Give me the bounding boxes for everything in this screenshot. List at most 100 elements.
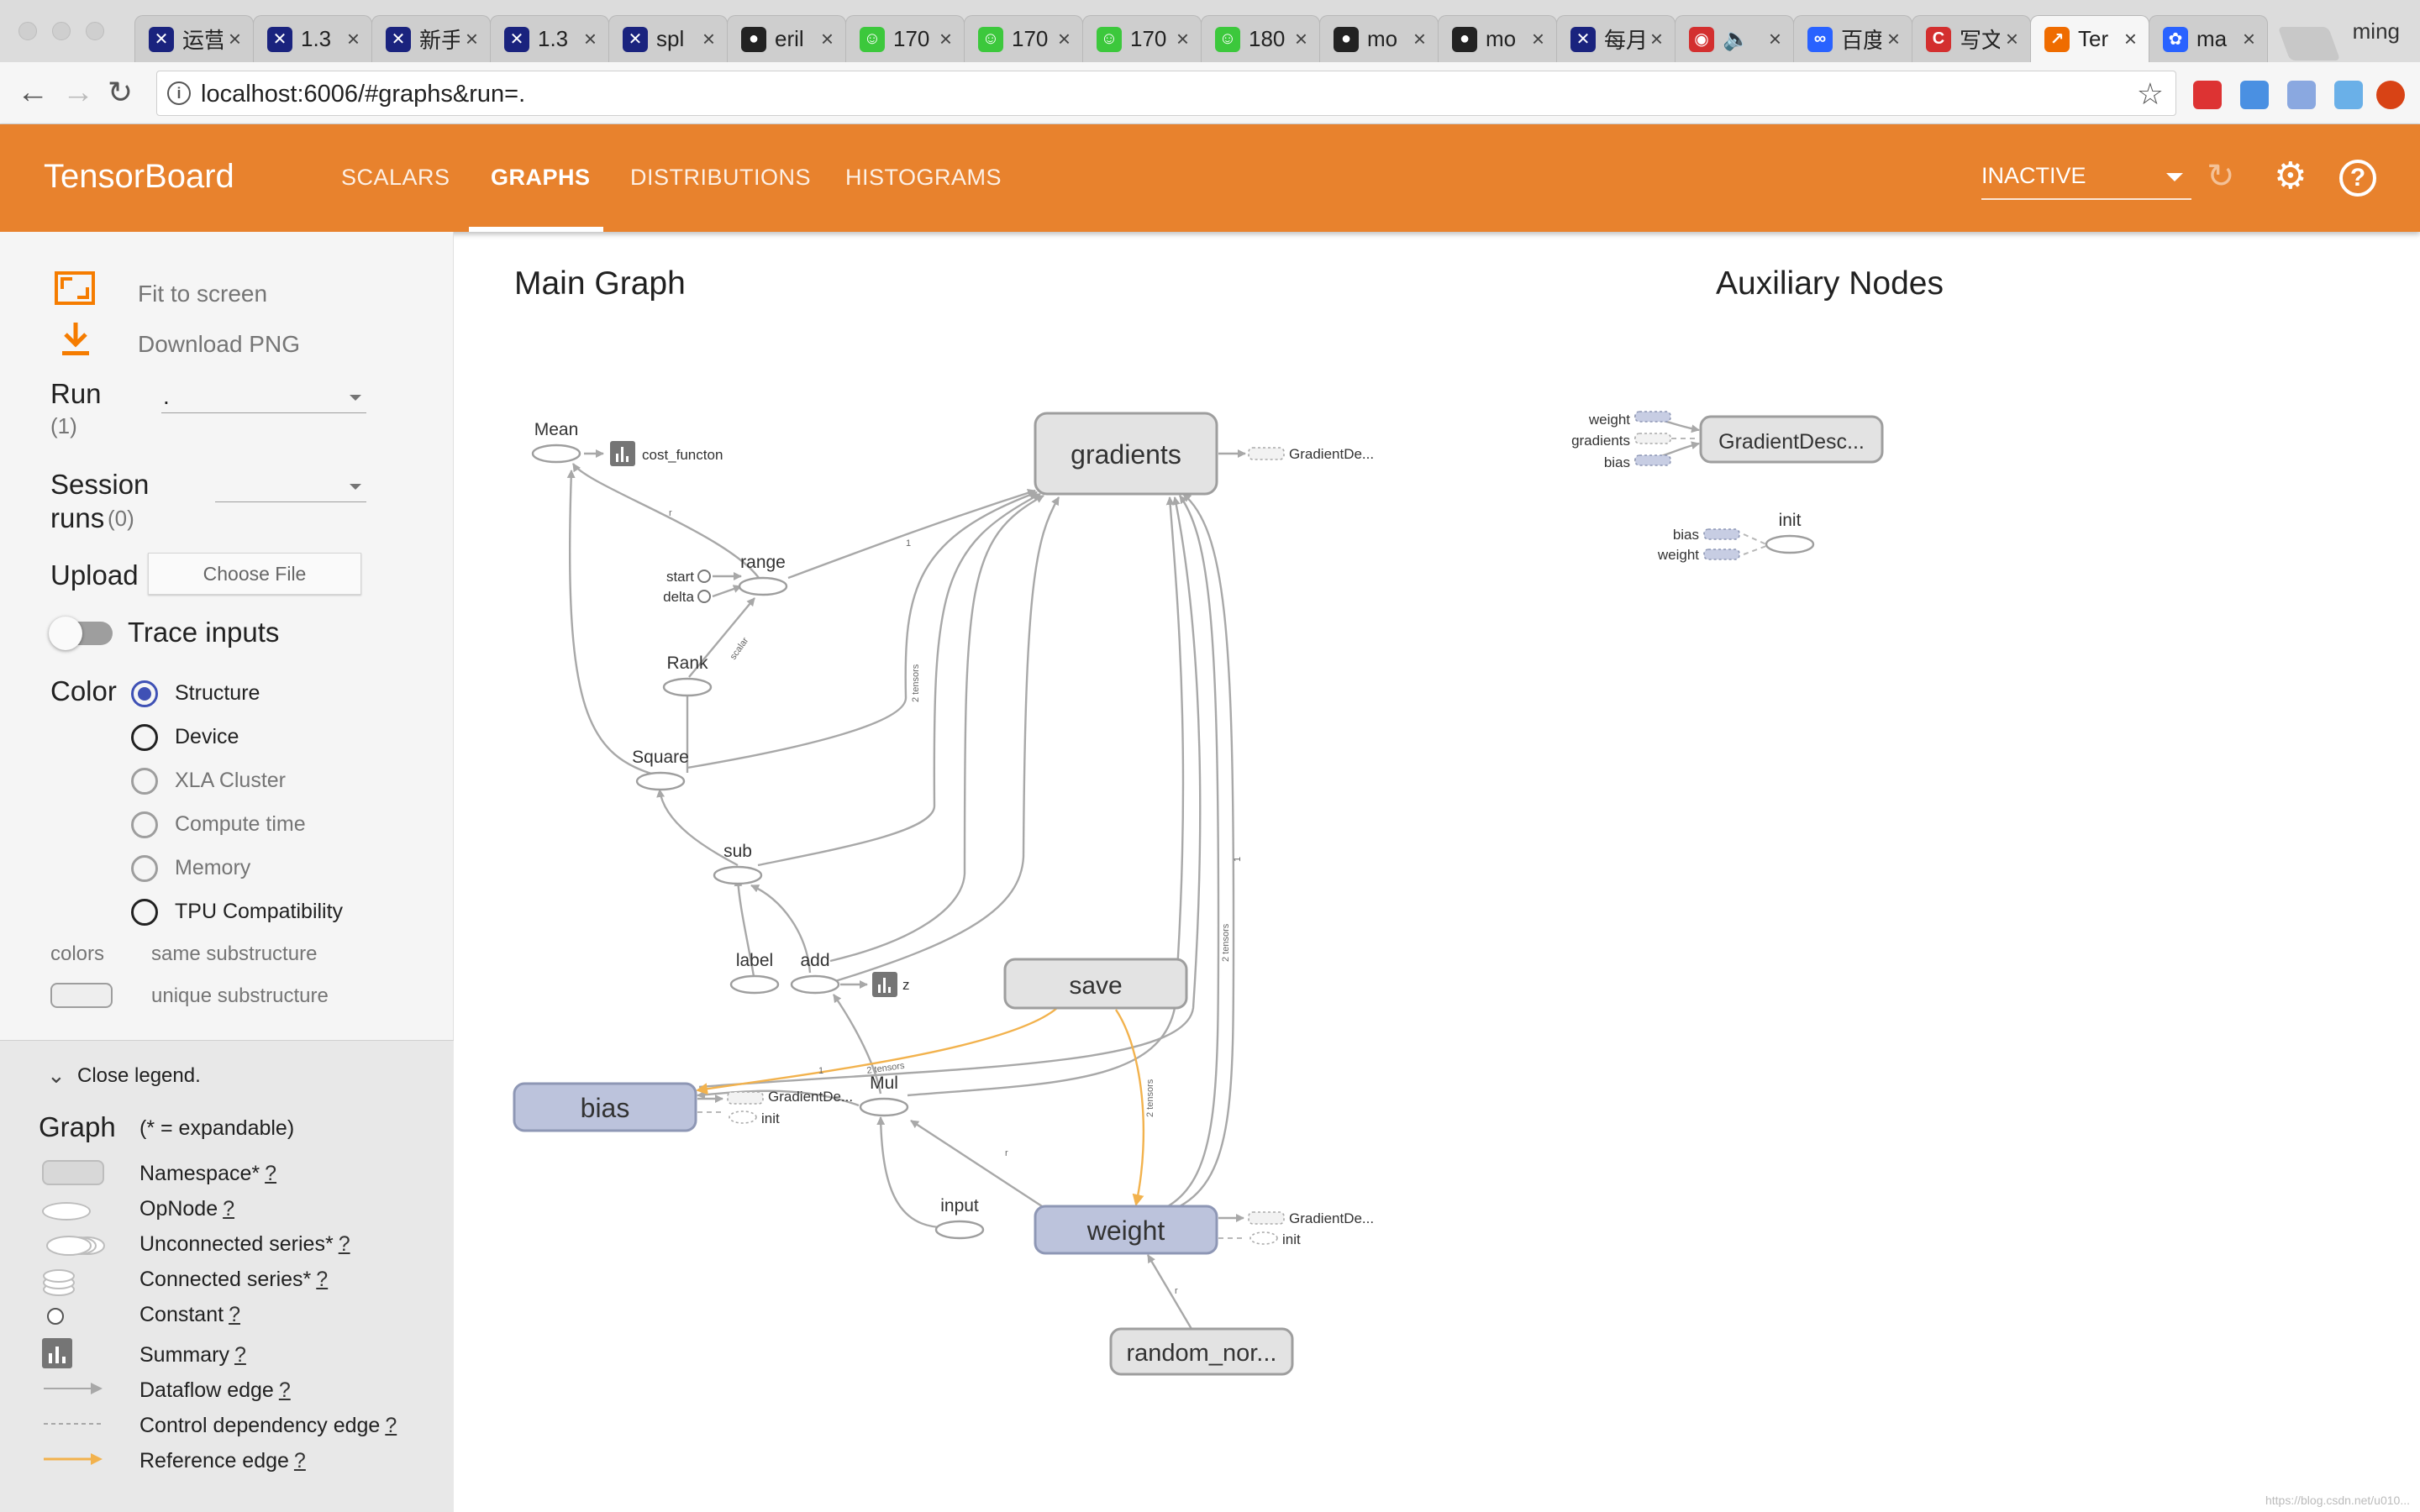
browser-tab[interactable]: ✿ ma × — [2149, 15, 2268, 62]
help-icon[interactable]: ? — [2339, 160, 2376, 197]
tab-close-icon[interactable]: × — [1769, 26, 1781, 52]
browser-tab[interactable]: ✕ 新手 × — [371, 15, 491, 62]
random-normal-node[interactable]: random_nor... — [1109, 1327, 1294, 1376]
browser-tab[interactable]: ☺ 180 × — [1201, 15, 1320, 62]
tab-close-icon[interactable]: × — [347, 26, 360, 52]
extension-globe-icon[interactable] — [2287, 81, 2316, 109]
tab-favicon-icon: ● — [1452, 26, 1477, 52]
opnode-help-link[interactable]: ? — [223, 1197, 234, 1221]
choose-file-button[interactable]: Choose File — [148, 553, 361, 595]
reload-icon[interactable]: ↻ — [108, 76, 133, 109]
radio-tpu-compatibility[interactable] — [131, 899, 158, 926]
namespace-help-link[interactable]: ? — [265, 1162, 276, 1185]
tab-scalars[interactable]: SCALARS — [341, 165, 450, 191]
chevron-down-icon[interactable]: ⌄ — [47, 1063, 66, 1089]
radio-compute-time[interactable] — [131, 811, 158, 838]
address-bar[interactable]: i localhost:6006/#graphs&run=. ☆ — [156, 71, 2176, 116]
random-normal-node-label: random_nor... — [1127, 1340, 1277, 1367]
browser-tab[interactable]: ∞ 百度 × — [1793, 15, 1912, 62]
tab-close-icon[interactable]: × — [1413, 26, 1426, 52]
browser-tab[interactable]: ● mo × — [1319, 15, 1439, 62]
trace-inputs-toggle[interactable] — [49, 617, 113, 650]
tab-close-icon[interactable]: × — [229, 26, 241, 52]
control-edge-help-link[interactable]: ? — [385, 1414, 397, 1437]
settings-gear-icon[interactable]: ⚙ — [2274, 158, 2307, 195]
radio-device[interactable] — [131, 724, 158, 751]
radio-xla-cluster[interactable] — [131, 768, 158, 795]
address-url[interactable]: localhost:6006/#graphs&run=. — [201, 81, 525, 108]
refresh-icon[interactable]: ↻ — [2207, 158, 2235, 195]
fit-to-screen-button[interactable]: Fit to screen — [138, 281, 267, 307]
tab-close-icon[interactable]: × — [584, 26, 597, 52]
tab-favicon-icon: C — [1926, 26, 1951, 52]
radio-structure[interactable] — [131, 680, 158, 707]
browser-tab[interactable]: ✕ 1.3 × — [490, 15, 609, 62]
browser-tab[interactable]: ● mo × — [1438, 15, 1557, 62]
close-legend-button[interactable]: Close legend. — [77, 1064, 201, 1088]
new-tab-button[interactable] — [2277, 27, 2341, 60]
browser-tab[interactable]: ↗ Ter × — [2030, 15, 2149, 62]
tab-close-icon[interactable]: × — [1887, 26, 1900, 52]
reference-edge-help-link[interactable]: ? — [294, 1449, 306, 1473]
session-select[interactable] — [215, 472, 366, 502]
connected-series-help-link[interactable]: ? — [316, 1268, 328, 1291]
back-arrow-icon[interactable]: ← — [17, 76, 49, 109]
tab-close-icon[interactable]: × — [1176, 26, 1189, 52]
browser-tab[interactable]: ✕ 1.3 × — [253, 15, 372, 62]
download-png-button[interactable]: Download PNG — [138, 331, 300, 358]
save-node[interactable]: save — [1003, 958, 1188, 1010]
tab-close-icon[interactable]: × — [466, 26, 478, 52]
edge-label-2-tensors: 2 tensors — [911, 664, 921, 702]
unconnected-series-help-link[interactable]: ? — [339, 1232, 350, 1256]
aux-gradient-descent-node[interactable]: GradientDesc... — [1699, 415, 1884, 464]
download-icon[interactable] — [59, 321, 92, 358]
tab-close-icon[interactable]: × — [939, 26, 952, 52]
close-window-icon[interactable] — [18, 22, 37, 40]
tab-close-icon[interactable]: × — [1650, 26, 1663, 52]
forward-arrow-icon[interactable]: → — [62, 76, 94, 109]
dataflow-edge-help-link[interactable]: ? — [279, 1378, 291, 1402]
tab-close-icon[interactable]: × — [2124, 26, 2137, 52]
browser-tab[interactable]: C 写文 × — [1912, 15, 2031, 62]
tab-distributions[interactable]: DISTRIBUTIONS — [630, 165, 811, 191]
tab-close-icon[interactable]: × — [2243, 26, 2255, 52]
site-info-icon[interactable]: i — [167, 81, 191, 105]
tab-close-icon[interactable]: × — [1058, 26, 1071, 52]
browser-tab[interactable]: ● eril × — [727, 15, 846, 62]
tab-close-icon[interactable]: × — [1295, 26, 1307, 52]
tab-close-icon[interactable]: × — [821, 26, 834, 52]
weight-node[interactable]: weight — [1034, 1205, 1218, 1255]
browser-tab[interactable]: ◉ 🔈 × — [1675, 15, 1794, 62]
run-select[interactable]: . — [161, 383, 366, 413]
tab-close-icon[interactable]: × — [702, 26, 715, 52]
summary-help-link[interactable]: ? — [234, 1343, 246, 1367]
extension-blue-icon[interactable] — [2240, 81, 2269, 109]
extension-screen-icon[interactable] — [2334, 81, 2363, 109]
profile-name[interactable]: ming — [2353, 18, 2400, 45]
extension-up-icon[interactable] — [2376, 81, 2405, 109]
browser-tab[interactable]: ✕ 每月 × — [1556, 15, 1676, 62]
zoom-window-icon[interactable] — [86, 22, 104, 40]
mean-op — [531, 444, 581, 464]
tab-graphs[interactable]: GRAPHS — [491, 165, 591, 191]
bookmark-star-icon[interactable]: ☆ — [2137, 76, 2164, 112]
bias-init-series — [729, 1110, 757, 1124]
extension-red-icon[interactable] — [2193, 81, 2222, 109]
tab-close-icon[interactable]: × — [2006, 26, 2018, 52]
browser-tab[interactable]: ✕ 运营 × — [134, 15, 254, 62]
tab-histograms[interactable]: HISTOGRAMS — [845, 165, 1002, 191]
minimize-window-icon[interactable] — [52, 22, 71, 40]
browser-tab[interactable]: ☺ 170 × — [1082, 15, 1202, 62]
constant-swatch — [47, 1308, 64, 1325]
browser-tab[interactable]: ✕ spl × — [608, 15, 728, 62]
bias-node[interactable]: bias — [513, 1082, 697, 1132]
browser-tab[interactable]: ☺ 170 × — [964, 15, 1083, 62]
graph-canvas[interactable]: 2 tensors 2 tensors 2 tensors 2 tensors … — [455, 232, 2420, 1512]
tab-close-icon[interactable]: × — [1532, 26, 1544, 52]
constant-help-link[interactable]: ? — [229, 1303, 240, 1326]
inactive-dropdown[interactable]: INACTIVE — [1981, 161, 2191, 200]
radio-memory[interactable] — [131, 855, 158, 882]
fit-to-screen-icon[interactable] — [54, 270, 97, 307]
browser-tab[interactable]: ☺ 170 × — [845, 15, 965, 62]
gradients-node[interactable]: gradients — [1034, 412, 1218, 496]
